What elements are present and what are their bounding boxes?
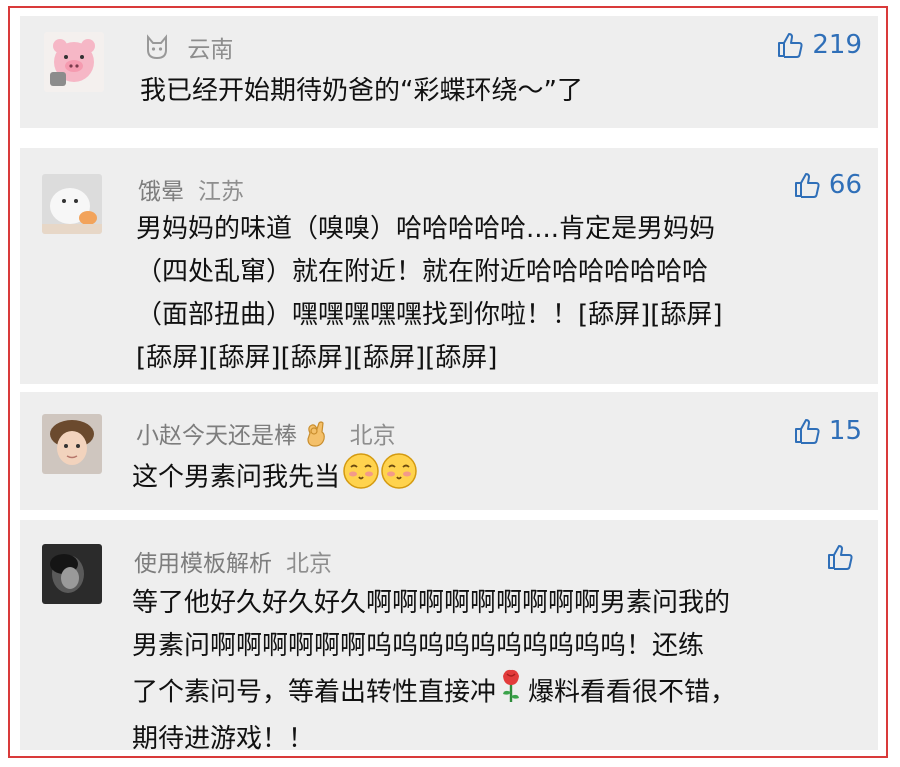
- comment-text: 男妈妈的味道（嗅嗅）哈哈哈哈哈....肯定是男妈妈 （四处乱窜）就在附近！就在附…: [136, 208, 723, 380]
- user-name-row: 使用模板解析 北京: [134, 544, 332, 578]
- blushing-face-emoji: [380, 452, 418, 504]
- avatar[interactable]: [42, 414, 102, 474]
- thumbs-up-icon: [794, 173, 820, 198]
- comment-text: 我已经开始期待奶爸的“彩蝶环绕～”了: [140, 70, 583, 113]
- comment-card: 云南 219 我已经开始期待奶爸的“彩蝶环绕～”了: [20, 16, 878, 128]
- user-name-row: 饿晕 江苏: [138, 172, 244, 206]
- comment-line: （四处乱窜）就在附近！就在附近哈哈哈哈哈哈哈: [136, 257, 709, 287]
- user-name[interactable]: 饿晕: [138, 179, 184, 205]
- comment-line: 期待进游戏！！: [132, 724, 315, 754]
- comment-line: （面部扭曲）嘿嘿嘿嘿嘿找到你啦！！[舔屏][舔屏]: [136, 300, 723, 330]
- comment-line: 男妈妈的味道（嗅嗅）哈哈哈哈哈....肯定是男妈妈: [136, 214, 716, 244]
- comment-line: 了个素问号，等着出转性直接冲: [132, 677, 497, 708]
- avatar[interactable]: [44, 32, 104, 92]
- user-name-row: 云南: [144, 30, 233, 66]
- thumbs-up-icon: [828, 545, 853, 570]
- comment-card: 使用模板解析 北京 等了他好久好久好久啊啊啊啊啊啊啊啊啊男素问我的 男素问啊啊啊啊…: [20, 520, 878, 754]
- user-name[interactable]: 使用模板解析: [134, 551, 272, 577]
- comment-card: 饿晕 江苏 66 男妈妈的味道（嗅嗅）哈哈哈哈哈....肯定是男妈妈 （四处乱窜）…: [20, 148, 878, 384]
- comment-line-with-emoji: 了个素问号，等着出转性直接冲 爆料看看很不错，: [132, 668, 736, 718]
- like-button[interactable]: 15: [793, 414, 862, 448]
- blushing-face-emoji: [342, 452, 380, 504]
- cat-badge-icon: [144, 34, 170, 66]
- comment-line: 我已经开始期待奶爸的“彩蝶环绕～”了: [140, 76, 583, 106]
- rose-emoji: [500, 668, 522, 718]
- thumbs-up-icon: [794, 419, 820, 444]
- user-name[interactable]: 小赵今天还是棒: [136, 423, 297, 449]
- comment-line: 爆料看看很不错，: [528, 677, 737, 708]
- comment-text: 这个男素问我先当: [132, 452, 418, 504]
- thumbs-up-icon: [778, 33, 803, 58]
- comment-line: 男素问啊啊啊啊啊啊呜呜呜呜呜呜呜呜呜呜！还练: [132, 631, 705, 661]
- comment-line: 这个男素问我先当: [132, 462, 341, 493]
- like-count: 15: [828, 416, 862, 446]
- user-location: 云南: [187, 37, 234, 63]
- user-location: 江苏: [198, 179, 244, 205]
- comment-list-frame: 云南 219 我已经开始期待奶爸的“彩蝶环绕～”了 饿晕 江苏 66 男妈妈的味…: [8, 6, 888, 758]
- like-button[interactable]: [826, 540, 862, 574]
- like-button[interactable]: 66: [793, 168, 862, 202]
- user-name-row: 小赵今天还是棒 北京: [136, 416, 396, 453]
- user-location: 北京: [349, 423, 396, 449]
- comment-line: 等了他好久好久好久啊啊啊啊啊啊啊啊啊男素问我的: [132, 588, 731, 618]
- comment-text: 等了他好久好久好久啊啊啊啊啊啊啊啊啊男素问我的 男素问啊啊啊啊啊啊呜呜呜呜呜呜呜…: [132, 582, 736, 761]
- like-count: 66: [828, 170, 862, 200]
- comment-line: [舔屏][舔屏][舔屏][舔屏][舔屏]: [136, 343, 498, 373]
- avatar[interactable]: [42, 174, 102, 234]
- like-button[interactable]: 219: [776, 28, 862, 62]
- ok-hand-emoji: [304, 421, 328, 453]
- avatar[interactable]: [42, 544, 102, 604]
- like-count: 219: [812, 30, 862, 60]
- comment-card: 小赵今天还是棒 北京 15 这个男素问我先当: [20, 392, 878, 510]
- user-location: 北京: [286, 551, 332, 577]
